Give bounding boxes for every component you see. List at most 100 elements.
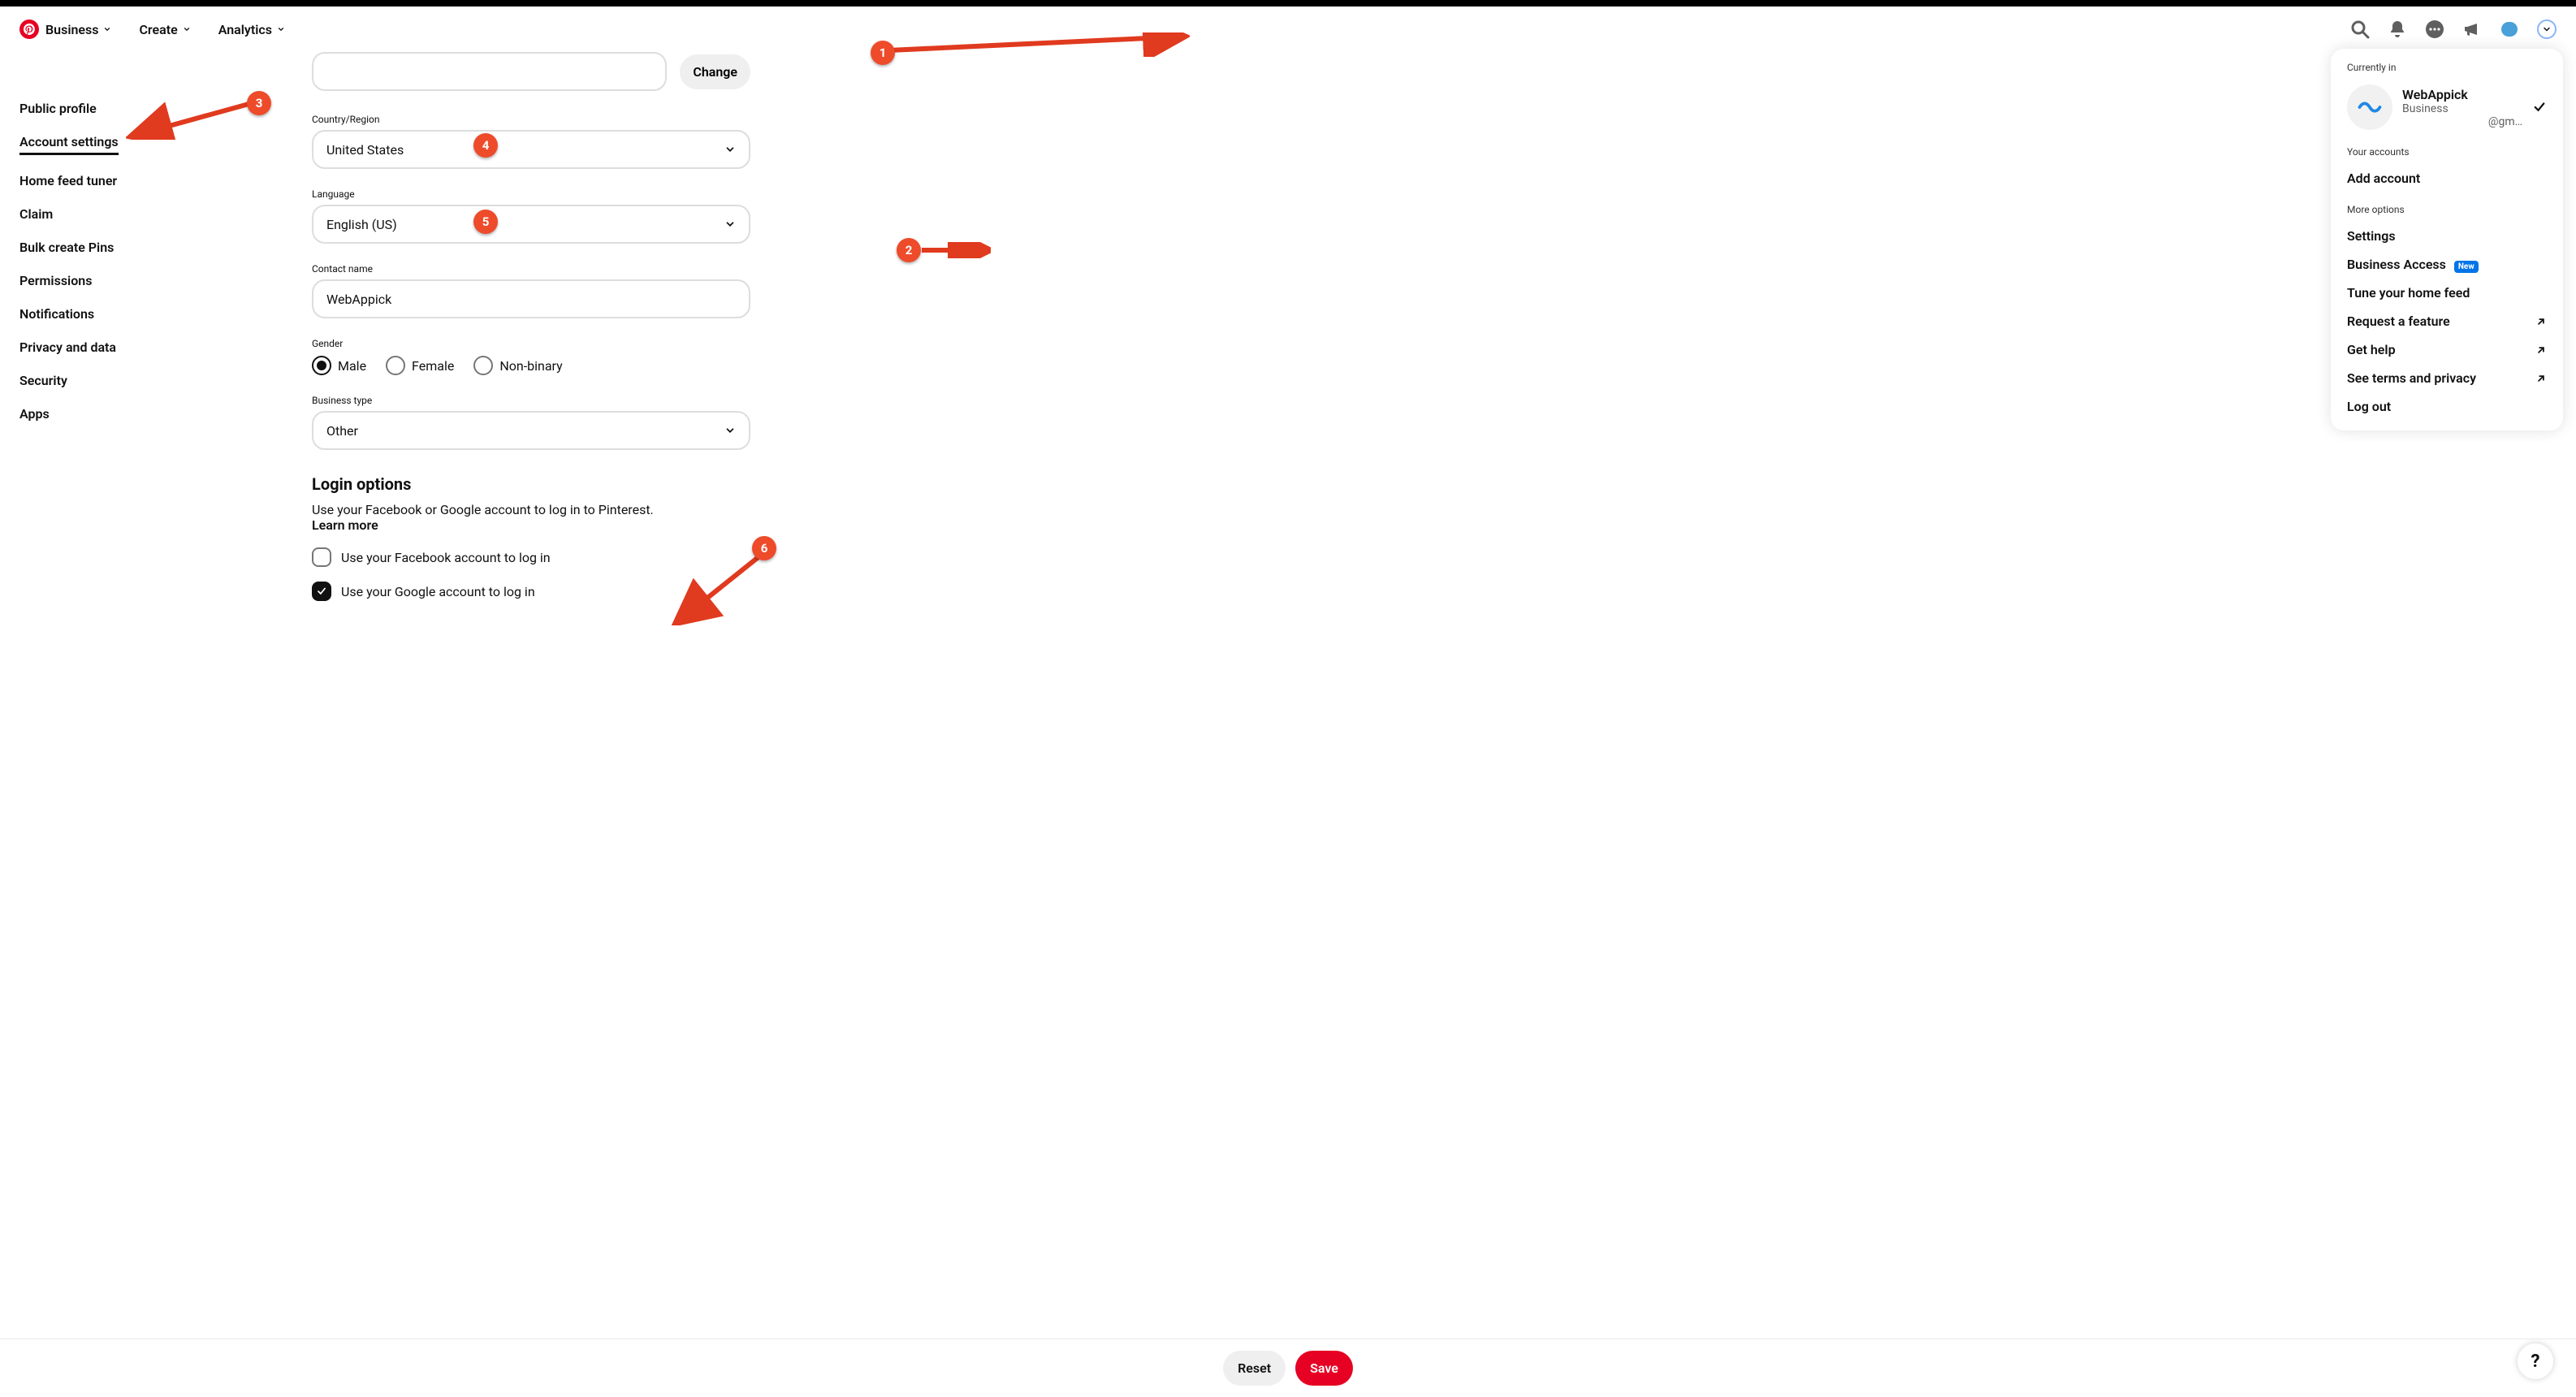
dropdown-tune-feed[interactable]: Tune your home feed [2337,279,2557,307]
external-link-icon [2535,373,2547,384]
sidebar-item-bulk-create-pins[interactable]: Bulk create Pins [19,240,114,255]
language-value: English (US) [326,217,397,232]
radio-icon [386,356,405,375]
account-type: Business [2402,102,2522,115]
business-type-label: Business type [312,395,750,406]
dropdown-terms-label: See terms and privacy [2347,370,2476,386]
dropdown-business-access-label: Business Access [2347,257,2446,272]
contact-name-label: Contact name [312,263,750,275]
dropdown-settings-label: Settings [2347,228,2396,244]
country-value: United States [326,142,404,158]
nav-analytics[interactable]: Analytics [218,22,285,37]
gender-female-label: Female [412,358,454,374]
sidebar-item-claim[interactable]: Claim [19,206,53,222]
sidebar-item-notifications[interactable]: Notifications [19,306,94,322]
reset-button[interactable]: Reset [1223,1351,1286,1386]
account-dropdown: Currently in WebAppick Business @gm… You… [2331,49,2563,430]
chevron-down-icon [277,25,285,33]
facebook-login-label: Use your Facebook account to log in [341,550,551,565]
dropdown-settings[interactable]: Settings [2337,222,2557,250]
dropdown-tune-label: Tune your home feed [2347,285,2470,301]
check-icon [316,586,327,597]
new-badge: New [2454,261,2479,273]
content: Public profile Account settings Home fee… [0,52,2576,682]
language-select[interactable]: English (US) [312,205,750,244]
account-menu-button[interactable] [2537,19,2557,39]
login-learn-more[interactable]: Learn more [312,517,378,533]
check-icon [2532,100,2547,115]
gender-radios: Male Female Non-binary [312,356,750,375]
sidebar-item-security[interactable]: Security [19,373,67,388]
chat-icon[interactable] [2425,19,2444,39]
email-input[interactable] [312,52,667,91]
header: Business Create Analytics [0,6,2576,52]
chevron-down-icon [103,25,111,33]
nav-create[interactable]: Create [139,22,190,37]
radio-icon [312,356,331,375]
dropdown-business-access[interactable]: Business Access New [2337,250,2557,279]
current-account-row[interactable]: WebAppick Business @gm… [2337,80,2557,135]
search-icon[interactable] [2350,19,2370,39]
contact-name-input[interactable]: WebAppick [312,279,750,318]
nav-business-label: Business [45,22,98,37]
dropdown-more-options: More options [2337,204,2557,222]
gender-radio-nonbinary[interactable]: Non-binary [473,356,562,375]
dropdown-request-feature[interactable]: Request a feature [2337,307,2557,335]
account-name: WebAppick [2402,87,2522,102]
dropdown-your-accounts: Your accounts [2337,146,2557,164]
bell-icon[interactable] [2388,19,2407,39]
pinterest-logo[interactable] [19,19,39,39]
dropdown-logout[interactable]: Log out [2337,392,2557,421]
main-nav: Business Create Analytics [45,22,285,37]
sidebar-item-public-profile[interactable]: Public profile [19,101,97,116]
dropdown-terms[interactable]: See terms and privacy [2337,364,2557,392]
help-fab[interactable]: ? [2518,1343,2553,1379]
facebook-login-checkbox[interactable] [312,547,331,567]
country-select[interactable]: United States [312,130,750,169]
chevron-down-icon [724,425,736,436]
dropdown-help-label: Get help [2347,342,2396,357]
external-link-icon [2535,344,2547,356]
dropdown-request-label: Request a feature [2347,314,2450,329]
sidebar-item-apps[interactable]: Apps [19,406,50,422]
gender-radio-female[interactable]: Female [386,356,454,375]
save-button[interactable]: Save [1295,1351,1353,1386]
dropdown-get-help[interactable]: Get help [2337,335,2557,364]
business-type-select[interactable]: Other [312,411,750,450]
sidebar-item-account-settings[interactable]: Account settings [19,134,119,155]
footer: Reset Save [0,1339,2576,1397]
profile-icon[interactable] [2500,19,2519,39]
chevron-down-icon [724,144,736,155]
language-label: Language [312,188,750,200]
sidebar-item-home-feed-tuner[interactable]: Home feed tuner [19,173,117,188]
login-options-heading: Login options [312,474,750,494]
radio-icon [473,356,493,375]
login-options-desc: Use your Facebook or Google account to l… [312,502,654,517]
external-link-icon [2535,316,2547,327]
country-label: Country/Region [312,114,750,125]
gender-label: Gender [312,338,750,349]
sidebar-item-privacy-and-data[interactable]: Privacy and data [19,340,116,355]
settings-sidebar: Public profile Account settings Home fee… [19,52,263,601]
nav-business[interactable]: Business [45,22,111,37]
sidebar-item-permissions[interactable]: Permissions [19,273,92,288]
gender-radio-male[interactable]: Male [312,356,366,375]
business-type-value: Other [326,423,358,439]
contact-name-value: WebAppick [326,292,391,307]
add-account-item[interactable]: Add account [2337,164,2557,192]
chevron-down-icon [183,25,191,33]
chevron-down-icon [724,218,736,230]
google-login-label: Use your Google account to log in [341,584,535,599]
google-login-checkbox[interactable] [312,582,331,601]
account-email: @gm… [2402,115,2522,128]
window-top-bar [0,0,2576,6]
header-icons [2350,19,2557,39]
gender-male-label: Male [338,358,366,374]
dropdown-logout-label: Log out [2347,399,2391,414]
settings-form: Change Country/Region United States Lang… [312,52,750,601]
megaphone-icon[interactable] [2462,19,2482,39]
change-button[interactable]: Change [680,54,750,89]
avatar [2347,84,2392,130]
nav-create-label: Create [139,22,177,37]
chevron-down-icon [2542,24,2552,34]
